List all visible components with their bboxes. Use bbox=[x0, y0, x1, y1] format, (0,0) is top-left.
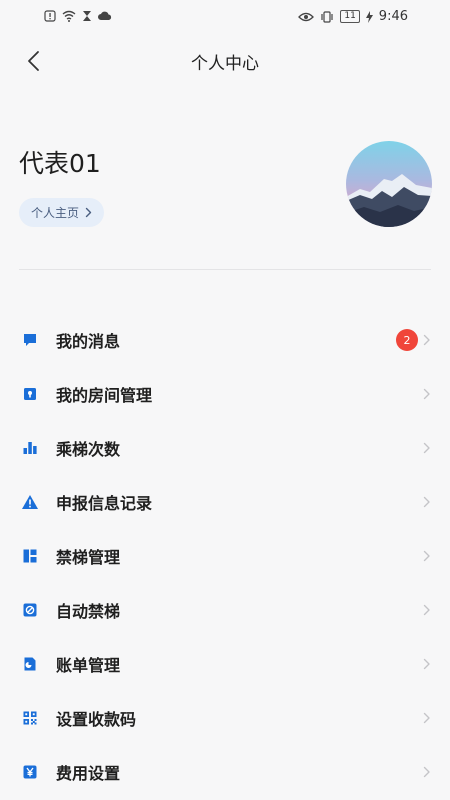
battery-level: 11 bbox=[344, 11, 356, 21]
status-bar: 11 9:46 bbox=[0, 0, 450, 34]
warning-icon bbox=[21, 493, 39, 511]
status-time: 9:46 bbox=[378, 9, 408, 24]
message-icon bbox=[21, 331, 39, 349]
menu-item-label: 乘梯次数 bbox=[56, 440, 121, 459]
layout-icon bbox=[21, 547, 39, 565]
hourglass-icon bbox=[82, 9, 92, 23]
menu-item-label: 禁梯管理 bbox=[56, 548, 121, 567]
menu-item-my-room-management[interactable]: 我的房间管理 bbox=[0, 367, 450, 421]
status-bar-left bbox=[44, 9, 112, 23]
menu-item-elevator-ban-management[interactable]: 禁梯管理 bbox=[0, 529, 450, 583]
qr-code-icon bbox=[21, 709, 39, 727]
menu-item-label: 申报信息记录 bbox=[56, 494, 153, 513]
menu-item-label: 自动禁梯 bbox=[56, 602, 121, 621]
chevron-right-icon bbox=[422, 711, 432, 725]
chevron-right-icon bbox=[422, 657, 432, 671]
unread-count-badge: 2 bbox=[396, 329, 418, 351]
menu-item-fee-settings[interactable]: 费用设置 bbox=[0, 745, 450, 799]
menu-item-label: 账单管理 bbox=[56, 656, 121, 675]
chevron-right-icon bbox=[422, 441, 432, 455]
menu-item-report-records[interactable]: 申报信息记录 bbox=[0, 475, 450, 529]
lock-icon bbox=[21, 385, 39, 403]
yen-icon bbox=[21, 763, 39, 781]
profile-name: 代表01 bbox=[19, 149, 101, 178]
personal-homepage-label: 个人主页 bbox=[31, 206, 80, 220]
wifi-icon bbox=[62, 9, 76, 23]
chevron-right-icon bbox=[422, 333, 432, 347]
alert-icon bbox=[44, 9, 56, 23]
menu-item-elevator-ride-count[interactable]: 乘梯次数 bbox=[0, 421, 450, 475]
menu-item-label: 我的房间管理 bbox=[56, 386, 153, 405]
chevron-right-icon bbox=[422, 495, 432, 509]
bar-chart-icon bbox=[21, 439, 39, 457]
vibrate-icon bbox=[320, 10, 334, 24]
menu-item-auto-elevator-ban[interactable]: 自动禁梯 bbox=[0, 583, 450, 637]
menu-item-label: 设置收款码 bbox=[56, 710, 137, 729]
menu-list: 我的消息 2 我的房间管理 乘梯次数 申报信息记录 禁梯管理 自动禁梯 账单管理… bbox=[0, 313, 450, 799]
status-bar-right: 11 9:46 bbox=[298, 9, 408, 24]
app-header: 个人中心 bbox=[0, 40, 450, 82]
chevron-right-icon bbox=[422, 765, 432, 779]
chevron-right-icon bbox=[422, 549, 432, 563]
menu-item-set-payment-code[interactable]: 设置收款码 bbox=[0, 691, 450, 745]
chevron-right-icon bbox=[422, 387, 432, 401]
page-title: 个人中心 bbox=[191, 54, 259, 74]
menu-item-label: 费用设置 bbox=[56, 764, 121, 783]
personal-center-page: 11 9:46 个人中心 代表01 个人主页 我的消息 2 我的房间管理 乘梯次… bbox=[0, 0, 450, 800]
section-divider bbox=[19, 269, 431, 270]
charging-icon bbox=[365, 10, 373, 24]
eye-icon bbox=[298, 10, 315, 24]
cloud-icon bbox=[98, 9, 112, 23]
menu-item-label: 我的消息 bbox=[56, 332, 121, 351]
bill-icon bbox=[21, 655, 39, 673]
personal-homepage-button[interactable]: 个人主页 bbox=[19, 198, 105, 227]
chevron-right-icon bbox=[85, 207, 92, 218]
chevron-right-icon bbox=[422, 603, 432, 617]
menu-item-my-messages[interactable]: 我的消息 2 bbox=[0, 313, 450, 367]
menu-item-bill-management[interactable]: 账单管理 bbox=[0, 637, 450, 691]
battery-icon: 11 bbox=[340, 10, 360, 23]
avatar[interactable] bbox=[346, 141, 432, 227]
ban-icon bbox=[21, 601, 39, 619]
